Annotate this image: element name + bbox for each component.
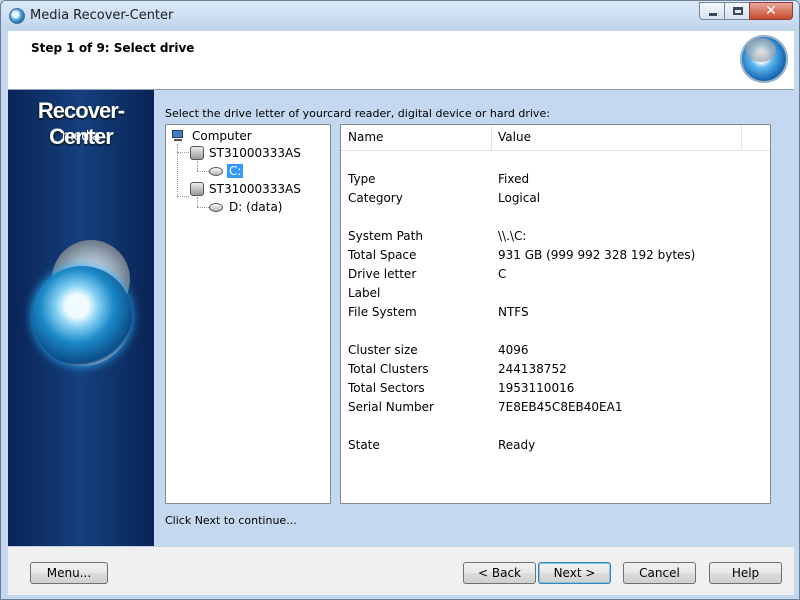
list-row[interactable]: Total Clusters 244138752 bbox=[348, 360, 567, 379]
list-header: Name Value bbox=[341, 125, 770, 151]
tree-connector bbox=[197, 161, 198, 171]
property-name: Label bbox=[348, 286, 381, 300]
property-value: Ready bbox=[498, 438, 536, 452]
list-row[interactable]: File System NTFS bbox=[348, 303, 529, 322]
property-value: 244138752 bbox=[498, 362, 567, 376]
property-name: File System bbox=[348, 305, 417, 319]
property-name: Category bbox=[348, 191, 403, 205]
property-name: Total Space bbox=[348, 248, 417, 262]
tree-connector bbox=[197, 207, 209, 208]
header-logo-icon bbox=[740, 35, 788, 83]
button-bar: Menu... < Back Next > Cancel Help bbox=[8, 546, 794, 595]
maximize-button[interactable] bbox=[724, 2, 750, 20]
product-logo-icon bbox=[32, 240, 132, 366]
list-row[interactable]: Serial Number 7E8EB45C8EB40EA1 bbox=[348, 398, 622, 417]
property-value: 931 GB (999 992 328 192 bytes) bbox=[498, 248, 696, 262]
property-name: Serial Number bbox=[348, 400, 434, 414]
status-text: Click Next to continue... bbox=[165, 514, 297, 527]
tree-node-volume-c[interactable]: C: bbox=[209, 163, 244, 179]
property-value: 4096 bbox=[498, 343, 529, 357]
help-button[interactable]: Help bbox=[709, 562, 782, 584]
step-title: Step 1 of 9: Select drive bbox=[31, 41, 195, 55]
next-button[interactable]: Next > bbox=[538, 562, 611, 584]
tree-label: Computer bbox=[192, 129, 252, 143]
tree-node-disk[interactable]: ST31000333AS bbox=[190, 145, 301, 161]
list-row[interactable]: Drive letter C bbox=[348, 265, 506, 284]
tree-label-selected: C: bbox=[227, 164, 244, 178]
property-value: C bbox=[498, 267, 507, 281]
list-row[interactable]: State Ready bbox=[348, 436, 535, 455]
tree-connector bbox=[177, 196, 189, 197]
column-header-value[interactable]: Value bbox=[498, 130, 531, 144]
tree-label: ST31000333AS bbox=[209, 146, 301, 160]
property-value: \\.\C: bbox=[498, 229, 527, 243]
tree-label: D: (data) bbox=[229, 200, 283, 214]
title-bar[interactable]: Media Recover-Center ✕ bbox=[1, 1, 799, 31]
brand-subtitle: media bbox=[61, 127, 101, 143]
property-name: Cluster size bbox=[348, 343, 418, 357]
properties-list[interactable]: Name Value Type Fixed Category Logical Sys… bbox=[340, 124, 771, 504]
app-icon[interactable] bbox=[9, 8, 25, 24]
property-name: System Path bbox=[348, 229, 423, 243]
property-name: State bbox=[348, 438, 380, 452]
list-row[interactable]: Cluster size 4096 bbox=[348, 341, 529, 360]
menu-button[interactable]: Menu... bbox=[30, 562, 108, 584]
window-title: Media Recover-Center bbox=[30, 8, 174, 23]
maximize-icon bbox=[733, 7, 743, 15]
orb-graphic bbox=[32, 266, 132, 366]
tree-node-volume-d[interactable]: D: (data) bbox=[209, 199, 283, 215]
tree-node-computer[interactable]: Computer bbox=[170, 128, 252, 144]
property-name: Drive letter bbox=[348, 267, 417, 281]
column-separator[interactable] bbox=[491, 125, 492, 150]
list-row[interactable]: Type Fixed bbox=[348, 170, 529, 189]
hard-drive-icon bbox=[190, 146, 204, 160]
property-value: Fixed bbox=[498, 172, 530, 186]
close-icon: ✕ bbox=[765, 3, 777, 19]
list-row[interactable]: Total Space 931 GB (999 992 328 192 bytes… bbox=[348, 246, 695, 265]
list-row[interactable]: Category Logical bbox=[348, 189, 540, 208]
window-controls: ✕ bbox=[699, 2, 793, 20]
property-name: Type bbox=[348, 172, 376, 186]
list-row[interactable]: Total Sectors 1953110016 bbox=[348, 379, 574, 398]
wizard-header: Step 1 of 9: Select drive bbox=[8, 31, 794, 90]
tree-label: ST31000333AS bbox=[209, 182, 301, 196]
tree-node-disk[interactable]: ST31000333AS bbox=[190, 181, 301, 197]
cancel-button[interactable]: Cancel bbox=[623, 562, 696, 584]
property-value: NTFS bbox=[498, 305, 529, 319]
list-row[interactable]: Label bbox=[348, 284, 380, 303]
property-value: Logical bbox=[498, 191, 541, 205]
volume-icon bbox=[209, 167, 223, 176]
property-value: 1953110016 bbox=[498, 381, 575, 395]
minimize-icon bbox=[709, 13, 717, 16]
side-banner: Recover-Center media bbox=[8, 90, 154, 546]
app-window: Media Recover-Center ✕ Step 1 of 9: Sele… bbox=[0, 0, 800, 600]
drive-tree[interactable]: Computer ST31000333AS C: ST31000333AS D:… bbox=[165, 124, 331, 504]
minimize-button[interactable] bbox=[699, 2, 725, 20]
back-button[interactable]: < Back bbox=[463, 562, 536, 584]
property-value: 7E8EB45C8EB40EA1 bbox=[498, 400, 623, 414]
close-button[interactable]: ✕ bbox=[749, 2, 793, 20]
tree-connector bbox=[177, 152, 189, 153]
instruction-text: Select the drive letter of yourcard read… bbox=[165, 107, 550, 120]
volume-icon bbox=[209, 203, 223, 212]
tree-connector bbox=[197, 197, 198, 207]
tree-connector bbox=[197, 171, 209, 172]
list-row[interactable]: System Path \\.\C: bbox=[348, 227, 526, 246]
property-name: Total Clusters bbox=[348, 362, 429, 376]
column-separator[interactable] bbox=[741, 125, 742, 150]
property-name: Total Sectors bbox=[348, 381, 425, 395]
column-header-name[interactable]: Name bbox=[348, 130, 383, 144]
computer-icon bbox=[171, 130, 185, 142]
hard-drive-icon bbox=[190, 182, 204, 196]
